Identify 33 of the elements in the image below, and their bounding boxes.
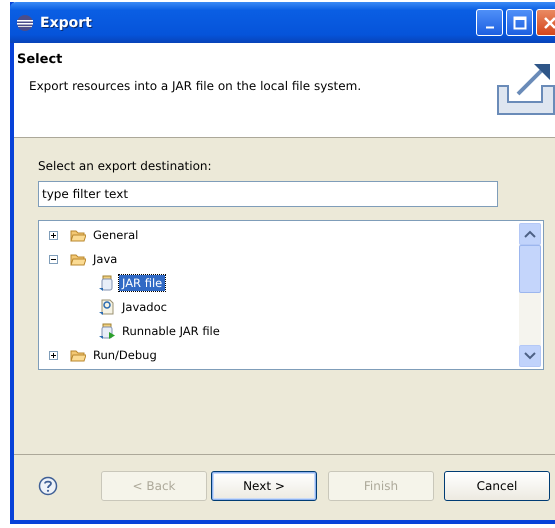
scroll-down-button[interactable] [519, 345, 541, 367]
close-button[interactable] [536, 9, 555, 36]
dialog-button[interactable]: Cancel [444, 470, 550, 500]
minimize-button[interactable] [476, 9, 503, 36]
jar-icon [99, 275, 115, 291]
window-title: Export [40, 14, 93, 30]
expand-toggle[interactable] [49, 350, 58, 360]
tree-item[interactable]: Run/Debug [90, 347, 160, 363]
filter-label: Select an export destination: [38, 159, 213, 173]
maximize-button[interactable] [506, 9, 533, 36]
scroll-up-button[interactable] [519, 223, 541, 245]
page-description: Export resources into a JAR file on the local file system. [29, 79, 362, 93]
tree-item[interactable]: JAR file [119, 275, 166, 291]
filter-field[interactable]: type filter text [38, 181, 498, 207]
jar-icon [99, 323, 115, 339]
tree-item[interactable]: Javadoc [119, 299, 170, 315]
tree-item[interactable]: Java [90, 251, 120, 267]
document-icon [99, 299, 115, 315]
tree-item[interactable]: Runnable JAR file [119, 323, 223, 339]
tree-item[interactable]: General [90, 227, 142, 243]
help-icon[interactable] [38, 476, 58, 496]
maximize-icon [512, 16, 526, 30]
chevron-down-icon [524, 352, 536, 360]
collapse-toggle[interactable] [49, 254, 58, 264]
close-icon [542, 16, 555, 30]
minimize-icon [486, 26, 494, 29]
page-title: Select [17, 52, 64, 67]
scrollbar[interactable] [519, 221, 543, 369]
expand-toggle[interactable] [49, 230, 58, 240]
scroll-thumb[interactable] [519, 245, 541, 293]
chevron-up-icon [524, 230, 536, 238]
dialog-button[interactable]: Next > [211, 470, 317, 500]
eclipse-icon [16, 14, 34, 32]
